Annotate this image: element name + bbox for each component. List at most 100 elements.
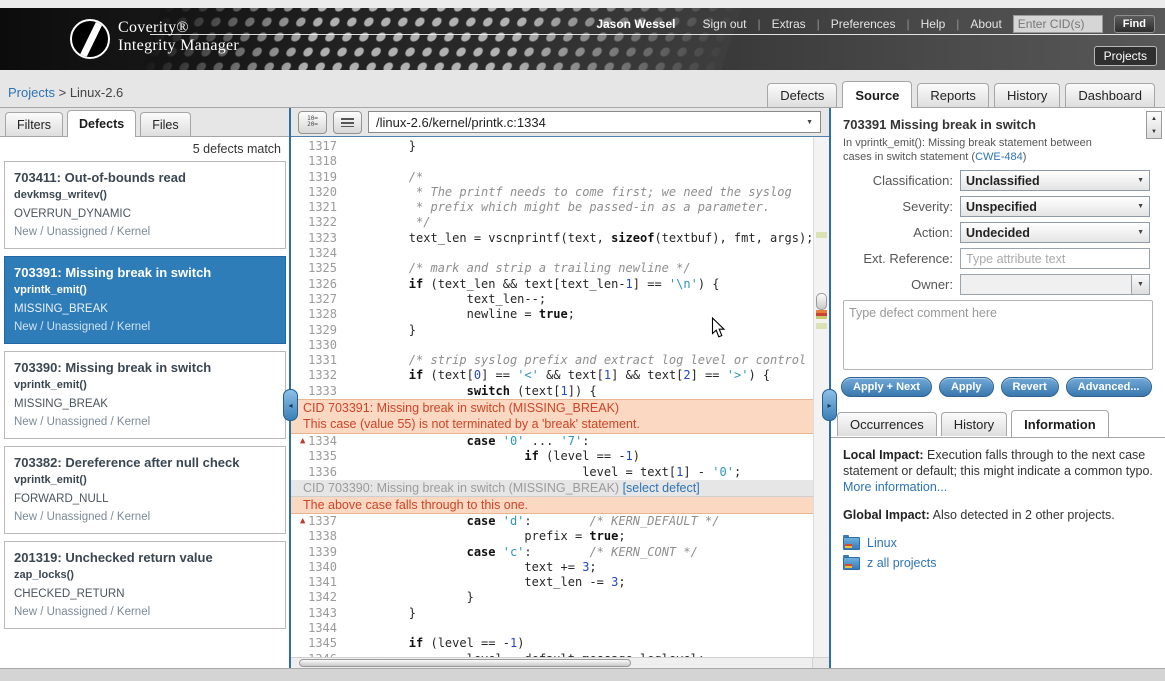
owner-combobox[interactable]: ▼ [960,274,1150,295]
collapse-right-panel-handle[interactable]: ▸ [822,389,837,421]
code-segment: 1 [626,277,633,291]
apply-next-button[interactable]: Apply + Next [841,377,932,397]
line-number: 1332 [291,368,337,383]
project-link-row[interactable]: Linux [843,535,1155,551]
classification-select[interactable]: Unclassified▼ [960,170,1150,191]
code-segment: ] == [691,368,727,382]
tab-dashboard[interactable]: Dashboard [1065,83,1155,107]
defect-card-function: vprintk_emit() [14,379,276,392]
line-number: 1334 [291,434,337,449]
collapse-left-panel-handle[interactable]: ◂ [283,389,298,421]
source-options-button[interactable] [333,111,362,134]
triage-buttons: Apply + Next Apply Revert Advanced... [841,377,1152,397]
code-segment [351,277,409,291]
nav-help[interactable]: Help [921,17,946,31]
nav-preferences[interactable]: Preferences [831,17,896,31]
code-line: 1341 text_len -= 3; [291,575,813,590]
severity-select[interactable]: Unspecified▼ [960,196,1150,217]
code-text: } [351,139,416,154]
code-segment: ) [633,449,640,463]
code-segment: '0' [503,434,525,448]
code-line: 1338 prefix = true; [291,529,813,544]
code-segment: '\n' [669,277,698,291]
information-tab-content: Local Impact: Execution falls through to… [843,447,1155,575]
apply-button[interactable]: Apply [939,377,994,397]
advanced-button[interactable]: Advanced... [1066,377,1152,397]
tab-history[interactable]: History [994,83,1060,107]
project-link-linux[interactable]: Linux [867,535,897,551]
owner-label: Owner: [831,277,960,292]
tab-source[interactable]: Source [842,81,912,108]
bottom-strip [0,668,1165,681]
project-link-row[interactable]: z all projects [843,555,1155,571]
cwe-link[interactable]: CWE-484 [975,151,1023,163]
code-segment: : [524,545,589,559]
action-select[interactable]: Undecided▼ [960,222,1150,243]
horizontal-scrollbar-thumb[interactable] [299,659,631,667]
defect-navigation-spinner[interactable]: ▲ ▼ [1146,111,1162,139]
code-segment: '7' [561,434,583,448]
scrollbar-corner [812,657,829,668]
defect-card[interactable]: 201319: Unchecked return valuezap_locks(… [4,541,286,629]
code-segment: switch [467,384,510,398]
defect-card[interactable]: 703391: Missing break in switchvprintk_e… [4,256,286,344]
code-segment: ) [517,636,524,650]
breadcrumb-separator: > [59,85,67,100]
nav-sign-out[interactable]: Sign out [702,17,746,31]
projects-button[interactable]: Projects [1094,46,1157,66]
line-numbers-toggle-button[interactable]: 10= 20= [298,111,327,134]
defect-comment-textarea[interactable] [843,300,1153,370]
defect-marker-icon: ▲ [300,515,305,528]
code-segment: text_len--; [351,292,546,306]
vertical-scrollbar-thumb[interactable] [816,293,827,310]
tab-defects[interactable]: Defects [767,83,837,107]
code-segment: : [582,434,589,448]
file-path: /linux-2.6/kernel/printk.c:1334 [376,115,546,130]
detail-tab-history[interactable]: History [941,412,1007,436]
more-information-link[interactable]: More information... [843,480,947,494]
defect-card-checker: OVERRUN_DYNAMIC [14,207,276,221]
code-line: 1323 text_len = vscnprintf(text, sizeof(… [291,231,813,246]
code-text: if (text[0] == '<' && text[1] && text[2]… [351,368,770,383]
global-impact-text: Also detected in 2 other projects. [930,508,1115,522]
nav-extras[interactable]: Extras [772,17,806,31]
left-tab-defects[interactable]: Defects [67,110,136,137]
brand-line2: Integrity Manager [118,37,239,55]
left-tab-filters[interactable]: Filters [5,112,63,136]
detail-tab-occurrences[interactable]: Occurrences [837,412,937,436]
detail-tab-information[interactable]: Information [1011,410,1109,437]
code-segment: /* strip syslog prefix and extract log l… [351,353,813,367]
code-text: * prefix which might be passed-in as a p… [351,200,770,215]
defect-marker-icon: ▲ [300,435,305,448]
code-segment: 1 [626,449,633,463]
code-line: 1328 newline = true; [291,307,813,322]
breadcrumb-projects-link[interactable]: Projects [8,85,55,100]
file-selector[interactable]: /linux-2.6/kernel/printk.c:1334 ▼ [368,111,821,133]
line-number: 1341 [291,575,337,590]
code-segment: if [409,277,423,291]
cid-search-input[interactable] [1013,15,1103,33]
defect-card[interactable]: 703411: Out-of-bounds readdevkmsg_writev… [4,161,286,249]
code-lines: 1317 }13181319 /*1320 * The printf needs… [291,139,813,667]
left-tab-files[interactable]: Files [140,112,190,136]
revert-button[interactable]: Revert [1001,377,1059,397]
code-line: 1329 } [291,323,813,338]
ext-reference-input[interactable] [960,248,1150,269]
project-link-z-all-projects[interactable]: z all projects [867,555,936,571]
defect-card[interactable]: 703382: Dereference after null checkvpri… [4,446,286,534]
code-segment: (level == - [539,449,626,463]
horizontal-scrollbar[interactable] [291,657,813,668]
find-button[interactable]: Find [1114,15,1155,33]
select-defect-link[interactable]: [select defect] [623,481,700,495]
code-text: text += 3; [351,560,597,575]
defect-card-status: New / Unassigned / Kernel [14,320,276,334]
field-row: Owner:▼ [831,274,1165,295]
down-arrow-icon[interactable]: ▼ [1151,129,1157,135]
up-arrow-icon[interactable]: ▲ [1151,116,1157,122]
code-segment: ... [524,434,560,448]
line-number: 1340 [291,560,337,575]
line-number: 1342 [291,590,337,605]
defect-card[interactable]: 703390: Missing break in switchvprintk_e… [4,351,286,439]
nav-about[interactable]: About [970,17,1001,31]
tab-reports[interactable]: Reports [917,83,989,107]
